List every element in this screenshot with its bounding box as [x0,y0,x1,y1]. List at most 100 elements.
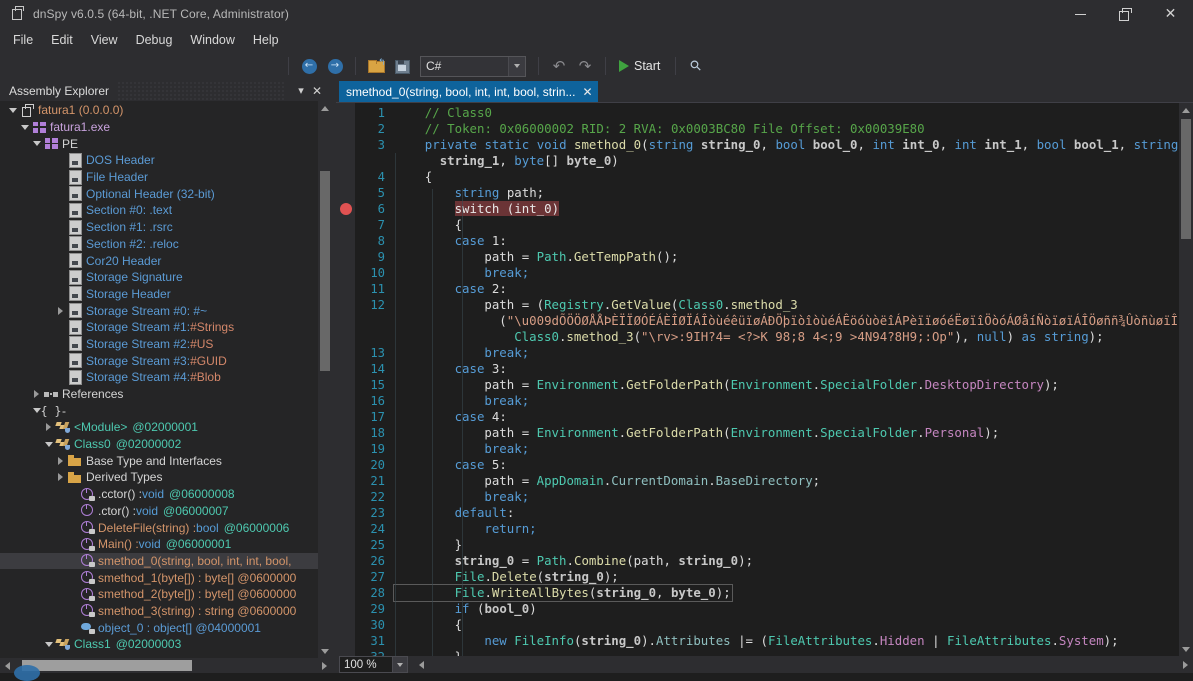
code-line[interactable]: Class0.smethod_3("\rv>:9IH?4= <?>K 98;8 … [355,329,1193,345]
hscrollbar-thumb[interactable] [22,660,192,671]
tree-item[interactable]: Storage Stream #2: #US [0,336,318,353]
tree-item[interactable]: .ctor() : void @06000007 [0,503,318,520]
code-line[interactable]: 23 default: [355,505,1193,521]
expand-triangle-icon[interactable] [54,473,67,482]
undo-button[interactable]: ↶ [547,55,571,77]
code-line[interactable]: 8 case 1: [355,233,1193,249]
tree-item[interactable]: Base Type and Interfaces [0,452,318,469]
scroll-up-button[interactable] [318,101,332,115]
code-line[interactable]: 7{ [355,217,1193,233]
code-line[interactable]: 18 path = Environment.GetFolderPath(Envir… [355,425,1193,441]
tree-item[interactable]: smethod_1(byte[]) : byte[] @0600000 [0,569,318,586]
assembly-tree[interactable]: fatura1 (0.0.0.0) fatura1.exe PE DOS Header… [0,101,318,658]
tree-item[interactable]: Cor20 Header [0,252,318,269]
code-line[interactable]: 12 path = (Registry.GetValue(Class0.smeth… [355,297,1193,313]
tree-item[interactable]: <Module> @02000001 [0,419,318,436]
menu-edit[interactable]: Edit [42,30,82,50]
tree-item[interactable]: Storage Signature [0,269,318,286]
menu-file[interactable]: File [4,30,42,50]
language-combobox[interactable]: C# [420,55,526,77]
scroll-right-button[interactable] [317,658,332,673]
editor-scroll-up-button[interactable] [1179,103,1193,117]
panel-drag-handle[interactable] [117,80,285,101]
code-line[interactable]: 19 break; [355,441,1193,457]
close-button[interactable]: ✕ [1148,0,1193,28]
tree-item[interactable]: Storage Stream #1: #Strings [0,319,318,336]
tree-item[interactable]: Storage Stream #4: #Blob [0,369,318,386]
code-line[interactable]: 27 File.Delete(string_0); [355,569,1193,585]
editor-scroll-left-button[interactable] [414,657,429,672]
code-line[interactable]: 2 // Token: 0x06000002 RID: 2 RVA: 0x0003… [355,121,1193,137]
scroll-left-button[interactable] [0,658,15,673]
tree-item[interactable]: fatura1.exe [0,119,318,136]
tree-item[interactable]: Storage Header [0,286,318,303]
tree-item[interactable]: Class1 @02000003 [0,636,318,653]
code-line[interactable]: 21 path = AppDomain.CurrentDomain.BaseDir… [355,473,1193,489]
tree-item[interactable]: File Header [0,169,318,186]
tree-item[interactable]: Section #2: .reloc [0,236,318,253]
open-file-button[interactable]: ↰ [364,55,388,77]
code-line[interactable]: 30 { [355,617,1193,633]
tree-item[interactable]: smethod_0(string, bool, int, int, bool, [0,552,318,570]
breakpoint-gutter[interactable] [336,103,355,656]
editor-horizontal-scrollbar[interactable] [414,657,1193,672]
collapse-triangle-icon[interactable] [42,441,55,447]
tree-item[interactable]: References [0,386,318,403]
chevron-down-icon[interactable] [508,56,525,76]
tree-item[interactable]: Main() : void @06000001 [0,536,318,553]
collapse-triangle-icon[interactable] [18,124,31,130]
editor-vertical-scrollbar[interactable] [1179,103,1193,656]
code-line[interactable]: 16 break; [355,393,1193,409]
search-button[interactable]: ⚲ [684,55,708,77]
maximize-button[interactable] [1103,0,1148,28]
panel-menu-button[interactable]: ▾ [293,80,309,101]
tab-close-icon[interactable]: ✕ [582,85,592,99]
code-line[interactable]: 13 break; [355,345,1193,361]
tree-item[interactable]: Class0 @02000002 [0,436,318,453]
tree-item[interactable]: Section #0: .text [0,202,318,219]
code-line[interactable]: 1 // Class0 [355,105,1193,121]
tree-item[interactable]: Storage Stream #0: #~ [0,302,318,319]
scroll-down-button[interactable] [318,644,332,658]
tree-item[interactable]: object_0 : object[] @04000001 [0,619,318,636]
code-line[interactable]: 15 path = Environment.GetFolderPath(Envir… [355,377,1193,393]
expand-triangle-icon[interactable] [30,390,43,399]
menu-debug[interactable]: Debug [127,30,182,50]
expand-triangle-icon[interactable] [42,423,55,432]
code-text-area[interactable]: 1 // Class0 2 // Token: 0x06000002 RID: 2 R… [355,103,1193,656]
save-module-button[interactable] [390,55,414,77]
code-line[interactable]: 9 path = Path.GetTempPath(); [355,249,1193,265]
expand-triangle-icon[interactable] [54,306,67,315]
navigate-forward-button[interactable]: → [323,55,347,77]
tree-item[interactable]: Storage Stream #3: #GUID [0,352,318,369]
tree-item[interactable]: PE [0,135,318,152]
collapse-triangle-icon[interactable] [6,107,19,113]
code-line[interactable]: 6 switch (int_0) [355,201,1193,217]
code-line[interactable]: 25} [355,537,1193,553]
code-line[interactable]: 10 break; [355,265,1193,281]
code-line[interactable]: 5 string path; [355,185,1193,201]
collapse-triangle-icon[interactable] [42,641,55,647]
tree-item[interactable]: { } - [0,402,318,419]
code-line[interactable]: 22 break; [355,489,1193,505]
tree-item[interactable]: DOS Header [0,152,318,169]
tree-vertical-scrollbar[interactable] [318,101,332,658]
code-line[interactable]: 32} [355,649,1193,656]
code-line[interactable]: 31 new FileInfo(string_0).Attributes |= (… [355,633,1193,649]
tree-item[interactable]: smethod_2(byte[]) : byte[] @0600000 [0,586,318,603]
menu-view[interactable]: View [82,30,127,50]
editor-scroll-right-button[interactable] [1178,657,1193,672]
code-line[interactable]: 28 File.WriteAllBytes(string_0, byte_0); [355,584,1193,602]
menu-window[interactable]: Window [181,30,243,50]
code-line[interactable]: 26 string_0 = Path.Combine(path, string_0… [355,553,1193,569]
code-line[interactable]: 3 private static void smethod_0(string st… [355,137,1193,153]
panel-close-button[interactable]: ✕ [309,80,325,101]
code-line[interactable]: 11 case 2: [355,281,1193,297]
expand-triangle-icon[interactable] [54,456,67,465]
editor-tab[interactable]: smethod_0(string, bool, int, int, bool, … [339,81,598,102]
tree-item[interactable]: Optional Header (32-bit) [0,185,318,202]
tree-item[interactable]: Section #1: .rsrc [0,219,318,236]
tree-item[interactable]: DeleteFile(string) : bool @06000006 [0,519,318,536]
menu-help[interactable]: Help [244,30,288,50]
redo-button[interactable]: ↷ [573,55,597,77]
